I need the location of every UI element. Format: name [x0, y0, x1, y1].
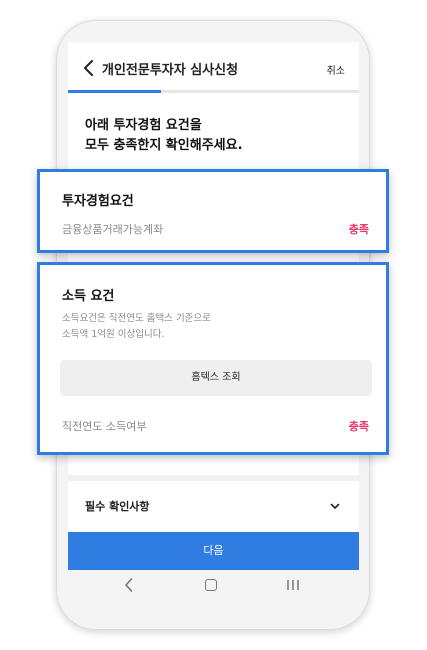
hometax-lookup-button[interactable]: 홈텍스 조회 [60, 360, 372, 396]
back-arrow-icon[interactable] [80, 58, 100, 78]
income-requirement-card: 소득 요건 소득요건은 직전연도 홈택스 기준으로 소득액 1억원 이상입니다.… [37, 262, 389, 455]
intro-line-2: 모두 충족한지 확인해주세요. [85, 138, 243, 153]
next-button[interactable]: 다음 [68, 532, 359, 570]
nav-back-icon[interactable] [123, 577, 135, 593]
system-nav-bar [68, 570, 359, 600]
chevron-down-icon [330, 503, 340, 509]
nav-recent-apps-icon[interactable] [286, 579, 300, 591]
income-requirement-description: 소득요건은 직전연도 홈택스 기준으로 소득액 1억원 이상입니다. [62, 311, 211, 343]
intro-line-1: 아래 투자경험 요건을 [85, 118, 202, 133]
account-requirement-label: 금융상품거래가능계좌 [62, 223, 164, 236]
account-requirement-status: 충족 [348, 223, 369, 236]
page-title: 개인전문투자자 심사신청 [102, 63, 239, 78]
cancel-button[interactable]: 취소 [327, 62, 345, 77]
prior-year-income-status: 충족 [348, 420, 369, 433]
progress-fill [68, 90, 162, 93]
required-notice-row[interactable]: 필수 확인사항 [68, 481, 359, 531]
intro-text: 아래 투자경험 요건을 모두 충족한지 확인해주세요. [85, 116, 345, 156]
required-notice-label: 필수 확인사항 [85, 500, 150, 513]
investment-experience-title: 투자경험요건 [62, 194, 134, 209]
income-desc-line-1: 소득요건은 직전연도 홈택스 기준으로 [62, 313, 211, 324]
prior-year-income-label: 직전연도 소득여부 [62, 420, 147, 433]
top-bar: 개인전문투자자 심사신청 취소 [68, 42, 359, 94]
income-requirement-title: 소득 요건 [62, 289, 115, 304]
investment-experience-card: 투자경험요건 금융상품거래가능계좌 충족 [37, 169, 389, 253]
progress-bar [68, 90, 359, 93]
nav-home-icon[interactable] [205, 579, 217, 591]
income-desc-line-2: 소득액 1억원 이상입니다. [62, 329, 165, 340]
